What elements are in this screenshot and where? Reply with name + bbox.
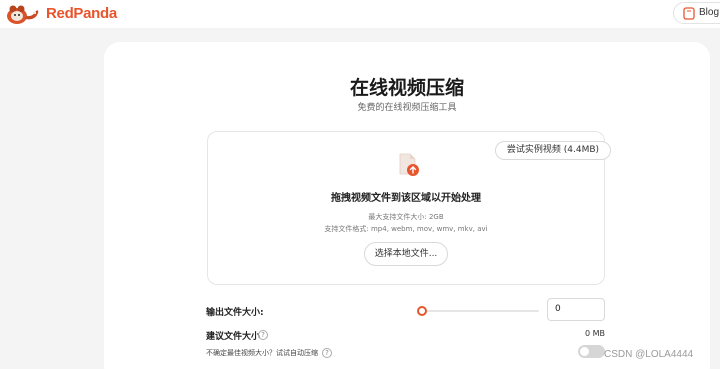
auto-compress-text: 不确定最佳视频大小？试试自动压缩: [206, 349, 318, 357]
choose-local-file-button[interactable]: 选择本地文件...: [364, 242, 448, 266]
upload-file-icon: [399, 153, 419, 176]
output-size-label: 输出文件大小:: [206, 308, 264, 318]
dropzone-title: 拖拽视频文件到该区域以开始处理: [331, 193, 481, 204]
watermark: CSDN @LOLA4444: [604, 349, 694, 360]
toggle-knob: [580, 347, 589, 356]
page-subtitle: 免费的在线视频压缩工具: [357, 103, 457, 113]
output-size-slider-thumb[interactable]: [417, 306, 427, 316]
help-icon[interactable]: ?: [258, 330, 268, 340]
file-dropzone[interactable]: 尝试实例视频 (4.4MB) 拖拽视频文件到该区域以开始处理 最大支持文件大小:…: [207, 131, 611, 285]
suggested-size-label: 建议文件大小: [206, 332, 261, 342]
output-size-slider-track[interactable]: [421, 310, 539, 312]
blog-label: Blog: [699, 7, 720, 18]
max-size-hint: 最大支持文件大小: 2GB: [368, 213, 444, 221]
top-bar: RedPanda Blog: [0, 0, 720, 28]
blog-button[interactable]: Blog: [673, 2, 720, 24]
page-title: 在线视频压缩: [349, 77, 464, 99]
supported-formats-hint: 支持文件格式: mp4, webm, mov, wmv, mkv, avi: [324, 225, 488, 233]
red-panda-logo[interactable]: [5, 1, 41, 26]
compressor-card: 在线视频压缩 免费的在线视频压缩工具 尝试实例视频 (4.4MB) 拖拽视频文件…: [104, 42, 710, 369]
try-sample-video-button[interactable]: 尝试实例视频 (4.4MB): [495, 141, 611, 160]
blog-icon: [683, 7, 695, 20]
help-icon[interactable]: ?: [322, 348, 332, 358]
auto-compress-toggle[interactable]: [578, 345, 605, 358]
suggested-size-value: 0 MB: [584, 329, 605, 338]
output-size-input[interactable]: 0: [547, 298, 605, 321]
brand-name[interactable]: RedPanda: [46, 5, 117, 22]
